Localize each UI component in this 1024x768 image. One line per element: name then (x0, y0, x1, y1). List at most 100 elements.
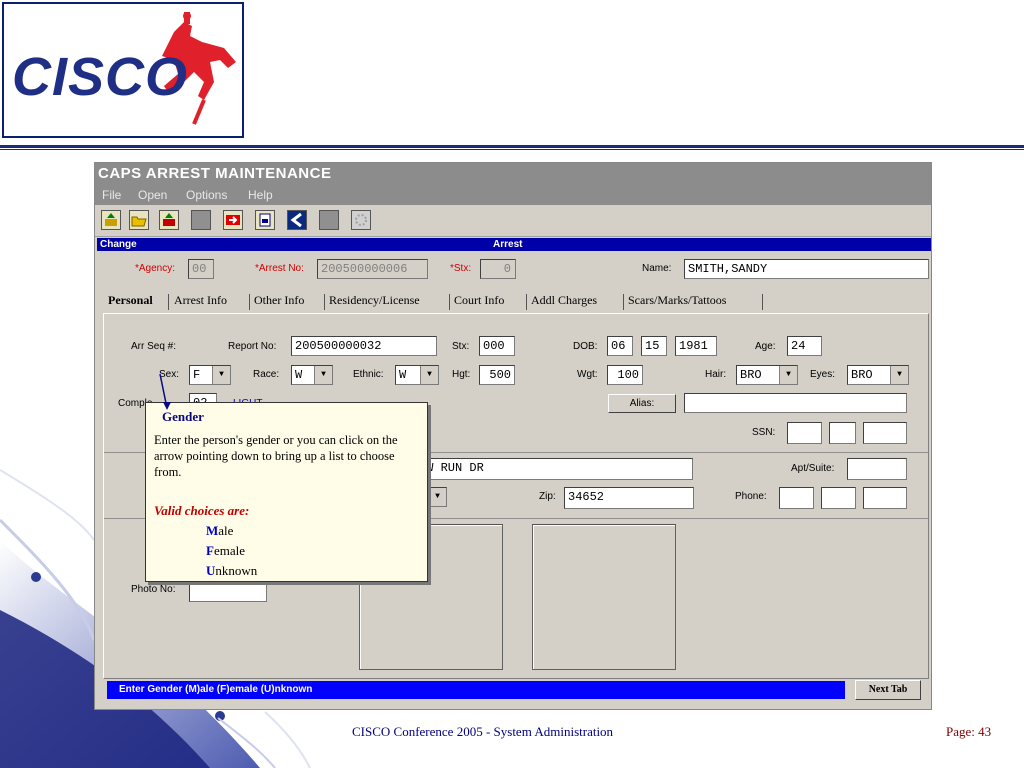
hgt-label: Hgt: (452, 369, 471, 380)
window-title: CAPS ARREST MAINTENANCE (95, 163, 931, 185)
menu-help[interactable]: Help (248, 188, 273, 202)
arrest-no-field[interactable]: 200500000006 (317, 259, 428, 279)
ethnic-combo[interactable]: W ▼ (395, 365, 439, 385)
back-arrow-icon[interactable] (287, 210, 307, 230)
ethnic-label: Ethnic: (353, 369, 384, 380)
tab-addl-charges[interactable]: Addl Charges (531, 293, 597, 308)
eyes-combo[interactable]: BRO ▼ (847, 365, 909, 385)
toolbar (95, 206, 931, 237)
arrest-no-label: *Arrest No: (255, 263, 304, 274)
race-label: Race: (253, 369, 280, 380)
eyes-label: Eyes: (810, 369, 836, 380)
wgt-field[interactable]: 100 (607, 365, 643, 385)
tab-personal[interactable]: Personal (108, 293, 153, 308)
exit-arrow-icon[interactable] (223, 210, 243, 230)
apt-suite-field[interactable] (847, 458, 907, 480)
phone-area-field[interactable] (779, 487, 814, 509)
tooltip-body: Enter the person's gender or you can cli… (154, 433, 398, 479)
mode-right-label: Arrest (493, 239, 523, 250)
stx-header-label: *Stx: (450, 263, 472, 274)
ethnic-value: W (399, 368, 407, 382)
tooltip-option-unknown: Unknown (206, 563, 258, 578)
tooltip-valid-heading: Valid choices are: (154, 503, 250, 518)
report-no-label: Report No: (228, 341, 277, 352)
tooltip-option-male: Male (206, 523, 234, 538)
menu-bar: File Open Options Help (95, 185, 931, 205)
ssn-part3-field[interactable] (863, 422, 907, 444)
report-no-field[interactable]: 200500000032 (291, 336, 437, 356)
dob-day-field[interactable]: 15 (641, 336, 667, 356)
ssn-part1-field[interactable] (787, 422, 822, 444)
photo-frame-2 (532, 524, 676, 670)
name-field[interactable]: SMITH,SANDY (684, 259, 929, 279)
dob-year-field[interactable]: 1981 (675, 336, 717, 356)
alias-button[interactable]: Alias: (608, 394, 676, 413)
header-rule (0, 145, 1024, 148)
tab-arrest-info[interactable]: Arrest Info (174, 293, 227, 308)
gear-icon[interactable] (351, 210, 371, 230)
photo-no-field[interactable] (189, 580, 267, 602)
sex-value: F (193, 368, 201, 382)
hair-label: Hair: (705, 369, 727, 380)
race-dropdown-arrow-icon[interactable]: ▼ (314, 366, 332, 384)
hair-combo[interactable]: BRO ▼ (736, 365, 798, 385)
phone-prefix-field[interactable] (821, 487, 856, 509)
status-bar: Enter Gender (M)ale (F)emale (U)nknown (107, 681, 845, 699)
tab-other-info[interactable]: Other Info (254, 293, 304, 308)
wgt-label: Wgt: (577, 369, 598, 380)
stx-field[interactable]: 000 (479, 336, 515, 356)
name-label: Name: (642, 263, 672, 274)
next-tab-button[interactable]: Next Tab (855, 680, 921, 700)
state-dropdown-arrow-icon[interactable]: ▼ (428, 488, 446, 506)
tab-separator (168, 294, 169, 310)
hgt-field[interactable]: 500 (479, 365, 515, 385)
footer-title: CISCO Conference 2005 - System Administr… (352, 724, 614, 739)
tab-separator (449, 294, 450, 310)
mode-left-label: Change (100, 239, 137, 250)
age-field[interactable]: 24 (787, 336, 822, 356)
tab-separator (324, 294, 325, 310)
stx-label: Stx: (452, 341, 470, 352)
delete-record-icon[interactable] (159, 210, 179, 230)
logo-text: CISCO (12, 47, 189, 107)
ethnic-dropdown-arrow-icon[interactable]: ▼ (420, 366, 438, 384)
zip-label: Zip: (539, 491, 556, 502)
hair-value: BRO (740, 368, 762, 382)
tab-residency-license[interactable]: Residency/License (329, 293, 420, 308)
header-rule-thin (0, 149, 1024, 150)
race-combo[interactable]: W ▼ (291, 365, 333, 385)
address-field[interactable]: OW RUN DR (415, 458, 693, 480)
cisco-logo: CISCO (2, 2, 244, 138)
ssn-part2-field[interactable] (829, 422, 856, 444)
menu-options[interactable]: Options (186, 188, 227, 202)
sex-combo[interactable]: F ▼ (189, 365, 231, 385)
add-record-icon[interactable] (101, 210, 121, 230)
photo-no-label: Photo No: (131, 584, 176, 595)
page-number: Page: 43 (946, 724, 992, 739)
open-folder-icon[interactable] (129, 210, 149, 230)
print-icon[interactable] (255, 210, 275, 230)
tab-separator (526, 294, 527, 310)
arr-seq-label: Arr Seq #: (131, 341, 177, 352)
alias-field[interactable] (684, 393, 907, 413)
agency-field[interactable]: 00 (188, 259, 214, 279)
dob-label: DOB: (573, 341, 598, 352)
mode-bar: Change Arrest (97, 238, 931, 251)
menu-file[interactable]: File (102, 188, 121, 202)
hair-dropdown-arrow-icon[interactable]: ▼ (779, 366, 797, 384)
disabled-button-2-icon[interactable] (319, 210, 339, 230)
disabled-button-icon[interactable] (191, 210, 211, 230)
dob-month-field[interactable]: 06 (607, 336, 633, 356)
tab-court-info[interactable]: Court Info (454, 293, 504, 308)
sex-dropdown-arrow-icon[interactable]: ▼ (212, 366, 230, 384)
eyes-dropdown-arrow-icon[interactable]: ▼ (890, 366, 908, 384)
stx-header-field[interactable]: 0 (480, 259, 516, 279)
zip-field[interactable]: 34652 (564, 487, 694, 509)
age-label: Age: (755, 341, 776, 352)
phone-line-field[interactable] (863, 487, 907, 509)
callout-pointer (159, 373, 171, 410)
gender-help-tooltip: Gender Enter the person's gender or you … (145, 402, 428, 582)
tab-separator (623, 294, 624, 310)
menu-open[interactable]: Open (138, 188, 167, 202)
tab-scars-marks-tattoos[interactable]: Scars/Marks/Tattoos (628, 293, 726, 308)
